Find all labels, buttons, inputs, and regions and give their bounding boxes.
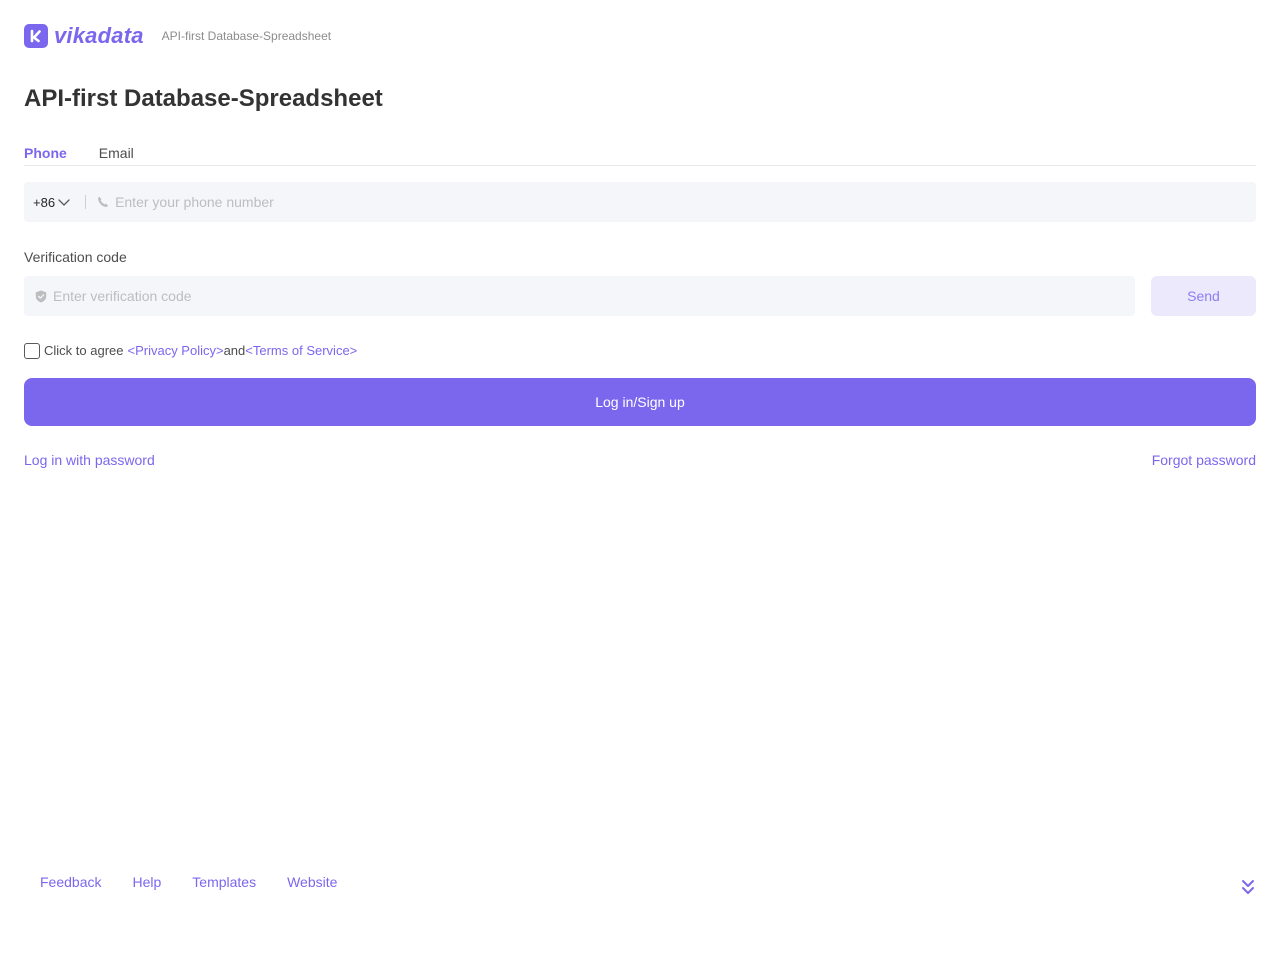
phone-input[interactable] xyxy=(109,182,1256,222)
footer-links: Feedback Help Templates Website xyxy=(40,873,368,891)
login-method-tabs: Phone Email xyxy=(24,143,1256,166)
login-signup-button[interactable]: Log in/Sign up xyxy=(24,378,1256,426)
footer-link-templates[interactable]: Templates xyxy=(192,873,256,891)
agree-checkbox[interactable] xyxy=(24,343,40,359)
privacy-policy-link[interactable]: <Privacy Policy> xyxy=(127,343,223,358)
verification-code-label: Verification code xyxy=(24,249,127,265)
send-code-button[interactable]: Send xyxy=(1151,276,1256,316)
logo-mark-icon xyxy=(24,24,48,48)
double-chevron-down-icon[interactable] xyxy=(1240,878,1256,896)
verification-code-input[interactable] xyxy=(47,276,1135,316)
footer-link-website[interactable]: Website xyxy=(287,873,337,891)
divider xyxy=(85,195,87,209)
phone-icon xyxy=(97,196,109,208)
header: vikadata API-first Database-Spreadsheet xyxy=(24,24,331,48)
logo[interactable]: vikadata xyxy=(24,24,144,48)
footer-link-feedback[interactable]: Feedback xyxy=(40,873,101,891)
area-code-select[interactable]: +86 xyxy=(24,182,71,222)
terms-of-service-link[interactable]: <Terms of Service> xyxy=(245,343,357,358)
login-page: vikadata API-first Database-Spreadsheet … xyxy=(0,0,1280,960)
logo-wordmark: vikadata xyxy=(54,23,144,48)
phone-field: +86 xyxy=(24,182,1256,222)
login-with-password-link[interactable]: Log in with password xyxy=(24,451,155,469)
area-code-value: +86 xyxy=(33,194,56,210)
forgot-password-link[interactable]: Forgot password xyxy=(1152,451,1256,469)
shield-icon xyxy=(35,290,47,302)
chevron-down-icon xyxy=(57,195,71,209)
tab-email[interactable]: Email xyxy=(99,143,134,165)
page-title: API-first Database-Spreadsheet xyxy=(24,85,383,112)
agreement-row: Click to agree <Privacy Policy> and <Ter… xyxy=(24,340,357,360)
footer-link-help[interactable]: Help xyxy=(132,873,161,891)
agreement-text: Click to agree xyxy=(44,342,124,358)
verification-code-field xyxy=(24,276,1135,316)
tab-phone[interactable]: Phone xyxy=(24,143,67,165)
brand-tagline: API-first Database-Spreadsheet xyxy=(161,29,332,43)
agreement-conjunction: and xyxy=(223,342,246,358)
